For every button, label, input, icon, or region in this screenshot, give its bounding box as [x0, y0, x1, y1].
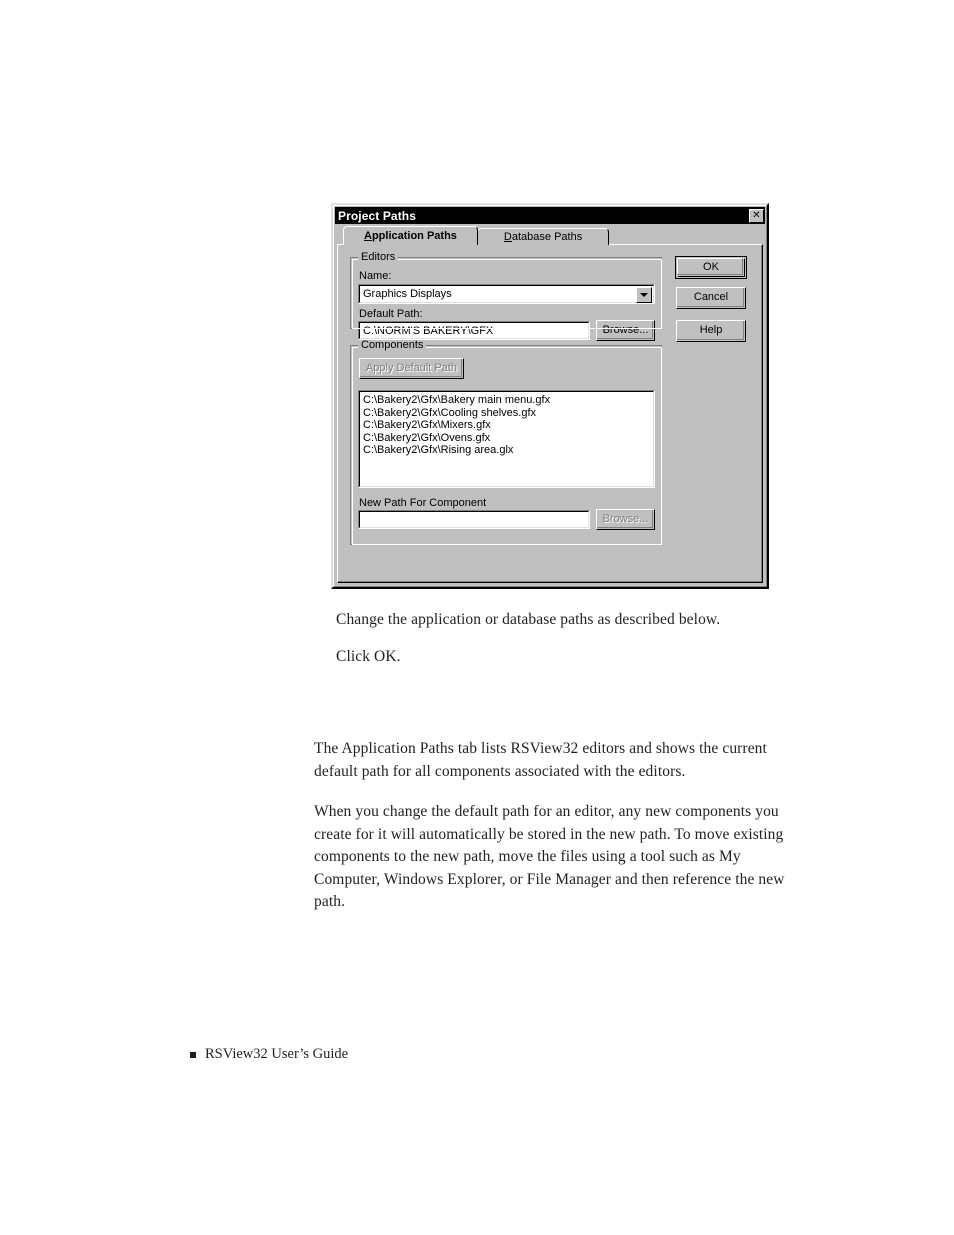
- components-group: Components Apply Default Path C:\Bakery2…: [350, 340, 662, 545]
- body-paragraph: The Application Paths tab lists RSView32…: [314, 740, 767, 780]
- browse-new-path-label: Browse...: [602, 512, 649, 525]
- browse-default-path-button[interactable]: Browse...: [596, 320, 655, 341]
- editor-name-combobox-value: Graphics Displays: [359, 285, 654, 303]
- default-path-input[interactable]: C:\NORM'S BAKERY\GFX: [358, 321, 590, 340]
- cancel-button-label: Cancel: [693, 291, 729, 303]
- square-bullet-icon: [190, 1051, 196, 1058]
- dialog-client-area: Editors Name: Graphics Displays Default …: [337, 226, 763, 583]
- close-icon[interactable]: ✕: [749, 208, 764, 223]
- caption-text-block: Change the application or database paths…: [336, 609, 806, 682]
- new-path-label: New Path For Component: [359, 497, 487, 509]
- dialog-title: Project Paths: [338, 208, 416, 223]
- dialog-titlebar: Project Paths ✕: [335, 207, 765, 224]
- ok-button-label: OK: [703, 260, 719, 273]
- editors-group: Editors Name: Graphics Displays Default …: [350, 252, 662, 341]
- components-group-legend: Components: [358, 340, 427, 351]
- default-path-input-value: C:\NORM'S BAKERY\GFX: [359, 322, 589, 339]
- apply-default-path-button[interactable]: Apply Default Path: [359, 358, 464, 379]
- editors-group-legend: Editors: [358, 252, 399, 263]
- new-path-input[interactable]: [358, 510, 590, 529]
- help-button[interactable]: Help: [676, 320, 746, 342]
- browse-new-path-button[interactable]: Browse...: [596, 509, 655, 530]
- tab-panel: Editors Name: Graphics Displays Default …: [337, 244, 763, 583]
- list-item[interactable]: C:\Bakery2\Gfx\Cooling shelves.gfx: [362, 407, 653, 420]
- list-item[interactable]: C:\Bakery2\Gfx\Rising area.glx: [362, 444, 653, 457]
- new-path-input-value: [359, 511, 589, 528]
- tab-application-paths[interactable]: Application Paths: [343, 226, 478, 245]
- ok-button[interactable]: OK: [675, 256, 747, 279]
- list-item[interactable]: C:\Bakery2\Gfx\Ovens.gfx: [362, 432, 653, 445]
- caption-paragraph: Change the application or database paths…: [336, 611, 721, 628]
- cancel-button[interactable]: Cancel: [676, 287, 746, 309]
- components-listbox[interactable]: C:\Bakery2\Gfx\Bakery main menu.gfx C:\Ba…: [358, 390, 655, 488]
- help-button-label: Help: [699, 324, 723, 336]
- apply-default-path-label: Apply Default Path: [365, 361, 458, 374]
- components-listbox-items: C:\Bakery2\Gfx\Bakery main menu.gfx C:\Ba…: [359, 391, 654, 487]
- editor-name-combobox[interactable]: Graphics Displays: [358, 284, 655, 304]
- list-item[interactable]: C:\Bakery2\Gfx\Bakery main menu.gfx: [362, 394, 653, 407]
- project-paths-dialog: Project Paths ✕ Editors Name: Graphics D…: [331, 203, 769, 589]
- list-item[interactable]: C:\Bakery2\Gfx\Mixers.gfx: [362, 419, 653, 432]
- body-paragraph: When you change the default path for an …: [314, 803, 785, 910]
- name-label: Name:: [359, 270, 392, 282]
- caption-paragraph: Click OK.: [336, 647, 401, 665]
- body-text-block: The Application Paths tab lists RSView32…: [314, 738, 792, 932]
- footer-label: RSView32 User’s Guide: [205, 1046, 349, 1062]
- tab-database-paths[interactable]: Database Paths: [476, 228, 610, 245]
- page-footer: RSView32 User’s Guide: [190, 1046, 348, 1063]
- browse-default-path-label: Browse...: [602, 323, 649, 336]
- tab-strip: Application Paths Database Paths: [343, 226, 610, 245]
- chevron-down-icon[interactable]: [636, 287, 652, 303]
- default-path-label: Default Path:: [359, 308, 423, 320]
